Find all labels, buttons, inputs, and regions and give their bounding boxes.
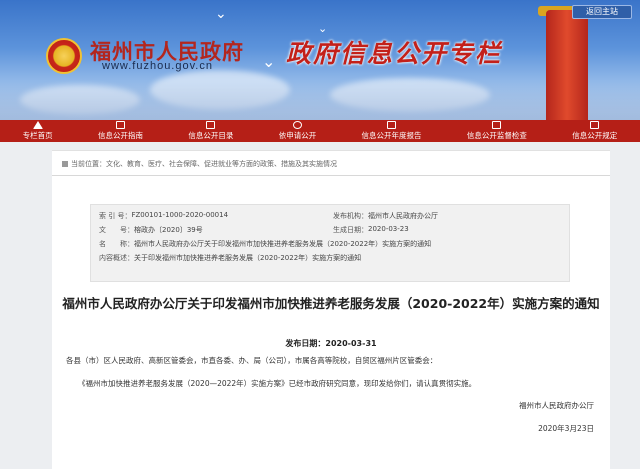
nav-item-label: 信息公开目录: [188, 131, 234, 140]
special-column-title: 政府信息公开专栏: [286, 39, 503, 68]
publish-date: 发布日期：2020-03-31: [52, 338, 610, 349]
content-panel: 当前位置： 文化、教育、医疗、社会保障、促进就业等方面的政策、措施及其实施情况 …: [52, 150, 610, 469]
nav-item-label: 依申请公开: [278, 131, 317, 140]
publish-date-label: 发布日期：: [285, 339, 326, 348]
document-icon: [590, 121, 600, 129]
home-icon: [32, 121, 43, 129]
meta-created-label: 生成日期：: [333, 226, 368, 234]
book-icon: [116, 121, 126, 129]
bird-icon: ⌄: [215, 6, 227, 22]
breadcrumb-link[interactable]: 文化、教育、医疗、社会保障、促进就业等方面的政策、措施及其实施情况: [106, 159, 337, 169]
meta-summary-value: 关于印发福州市加快推进养老服务发展（2020-2022年）实施方案的通知: [134, 254, 362, 262]
meta-publisher-label: 发布机构：: [333, 212, 368, 220]
back-to-main-button[interactable]: 返回主站: [572, 5, 632, 19]
meta-summary-label: 内容概述：: [99, 254, 134, 262]
meta-index-value: FZ00101-1000-2020-00014: [131, 211, 229, 219]
nav-item-supervision[interactable]: 信息公开监督检查: [467, 121, 527, 141]
person-icon: [292, 121, 302, 129]
calendar-icon: [492, 121, 502, 129]
document-sign-date: 2020年3月23日: [538, 424, 594, 433]
document-meta-box: 索 引 号： FZ00101-1000-2020-00014 发布机构： 福州市…: [90, 204, 570, 282]
nav-item-apply[interactable]: 依申请公开: [278, 121, 317, 141]
nav-item-home[interactable]: 专栏首页: [23, 121, 53, 141]
national-emblem-icon: [46, 38, 82, 74]
meta-name-value: 福州市人民政府办公厅关于印发福州市加快推进养老服务发展（2020-2022年）实…: [134, 240, 432, 248]
city-skyline: [0, 80, 640, 120]
nav-item-catalog[interactable]: 信息公开目录: [188, 121, 233, 141]
nav-item-label: 信息公开监督检查: [466, 131, 527, 140]
divider: [52, 175, 610, 176]
nav-item-label: 信息公开规定: [572, 131, 618, 140]
nav-item-label: 信息公开指南: [98, 131, 144, 140]
document-addressee: 各县（市）区人民政府、高新区管委会，市直各委、办、局（公司），市属各高等院校，自…: [66, 356, 438, 365]
nav-item-label: 专栏首页: [22, 131, 53, 140]
meta-docno-label: 文 号：: [99, 226, 134, 234]
nav-item-label: 信息公开年度报告: [361, 131, 422, 140]
breadcrumb: 当前位置： 文化、教育、医疗、社会保障、促进就业等方面的政策、措施及其实施情况: [62, 159, 337, 169]
folder-icon: [387, 121, 397, 129]
document-title: 福州市人民政府办公厅关于印发福州市加快推进养老服务发展（2020-2022年）实…: [62, 296, 600, 311]
meta-index-label: 索 引 号：: [99, 212, 132, 220]
document-signature: 福州市人民政府办公厅: [519, 401, 594, 410]
meta-publisher-value: 福州市人民政府办公厅: [368, 212, 438, 220]
huabiao-pillar: [546, 10, 588, 120]
meta-name-label: 名 称：: [99, 240, 134, 248]
document-body: 《福州市加快推进养老服务发展（2020—2022年）实施方案》已经市政府研究同意…: [78, 379, 477, 388]
meta-created-value: 2020-03-23: [368, 225, 409, 233]
header-banner: ⌄ ⌄ ⌄ 返回主站 福州市人民政府 www.fuzhou.gov.cn 政府信…: [0, 0, 640, 120]
publish-date-value: 2020-03-31: [325, 339, 377, 348]
location-icon: [62, 161, 68, 167]
main-nav: 专栏首页 信息公开指南 信息公开目录 依申请公开 信息公开年度报告 信息公开监督…: [0, 120, 640, 142]
nav-item-regulations[interactable]: 信息公开规定: [572, 121, 617, 141]
site-url: www.fuzhou.gov.cn: [102, 60, 213, 72]
nav-item-guide[interactable]: 信息公开指南: [98, 121, 143, 141]
meta-docno-value: 榕政办〔2020〕39号: [134, 226, 203, 234]
breadcrumb-prefix: 当前位置：: [71, 160, 106, 168]
nav-item-annual-report[interactable]: 信息公开年度报告: [362, 121, 422, 141]
bird-icon: ⌄: [262, 52, 276, 71]
list-icon: [206, 121, 216, 129]
